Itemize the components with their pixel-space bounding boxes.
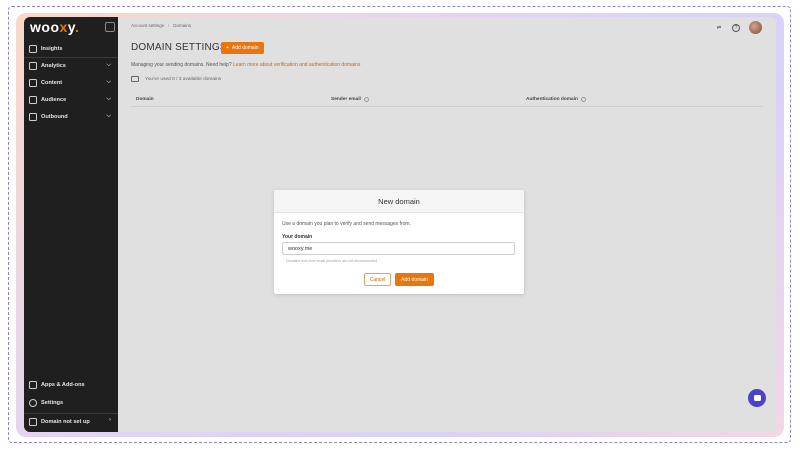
sidebar-item-label: Apps & Add-ons bbox=[41, 382, 85, 388]
chevron-down-icon: ⌵ bbox=[106, 79, 111, 85]
page-title: DOMAIN SETTINGS bbox=[131, 42, 227, 53]
gear-icon bbox=[29, 399, 37, 407]
sidebar-item-label: Content bbox=[41, 80, 63, 86]
column-sender-email: Sender email bbox=[331, 97, 369, 102]
chat-bubble-icon bbox=[753, 395, 761, 401]
chart-square-icon bbox=[29, 45, 37, 53]
app-window: wooxy. Insights Analytics ⌵ Content ⌵ Au… bbox=[24, 17, 776, 432]
chevron-down-icon: ⌵ bbox=[106, 113, 111, 119]
collapse-sidebar-icon[interactable] bbox=[105, 22, 115, 32]
sidebar-item-content[interactable]: Content ⌵ bbox=[24, 76, 118, 90]
sidebar-item-label: Settings bbox=[41, 400, 64, 406]
column-label: Sender email bbox=[331, 97, 361, 102]
info-icon[interactable] bbox=[580, 97, 586, 102]
breadcrumb-domains: Domains bbox=[173, 23, 192, 28]
top-toolbar: ⇄ ? bbox=[715, 21, 762, 34]
sidebar-item-outbound[interactable]: Outbound ⌵ bbox=[24, 110, 118, 124]
logo-accent: x bbox=[59, 19, 68, 35]
plus-icon: + bbox=[226, 45, 229, 51]
rocket-icon bbox=[29, 113, 37, 121]
logo-dot: . bbox=[75, 19, 80, 35]
chevron-down-icon: ⌵ bbox=[106, 96, 111, 102]
sidebar-item-label: Insights bbox=[41, 46, 63, 52]
sidebar-item-analytics[interactable]: Analytics ⌵ bbox=[24, 59, 118, 73]
domain-icon bbox=[29, 418, 37, 426]
breadcrumb: Account settings / Domains bbox=[131, 23, 191, 28]
column-label: Authentication domain bbox=[526, 97, 578, 102]
avatar[interactable] bbox=[749, 21, 762, 34]
sidebar-item-label: Analytics bbox=[41, 63, 66, 69]
cancel-button[interactable]: Cancel bbox=[364, 273, 391, 286]
sidebar: wooxy. Insights Analytics ⌵ Content ⌵ Au… bbox=[24, 17, 118, 432]
domain-input[interactable] bbox=[282, 242, 515, 255]
column-label: Domain bbox=[136, 97, 154, 102]
dialog-description: Use a domain you plan to verify and send… bbox=[282, 221, 411, 227]
intro-text: Managing your sending domains. Need help… bbox=[131, 62, 360, 68]
add-domain-label: Add domain bbox=[231, 45, 259, 51]
card-icon bbox=[131, 76, 139, 82]
domains-table-header: Domain Sender email Authentication domai… bbox=[131, 94, 763, 107]
chevron-down-icon: ⌵ bbox=[106, 62, 111, 68]
add-domain-button[interactable]: + Add domain bbox=[221, 42, 264, 54]
apps-grid-icon bbox=[29, 381, 37, 389]
sidebar-item-audience[interactable]: Audience ⌵ bbox=[24, 93, 118, 107]
domain-usage: You've used 0 / 3 available domains bbox=[131, 76, 221, 82]
help-icon[interactable]: ? bbox=[732, 23, 740, 32]
sidebar-item-label: Outbound bbox=[41, 114, 68, 120]
audience-icon bbox=[29, 96, 37, 104]
sidebar-item-label: Audience bbox=[41, 97, 67, 103]
chevron-right-icon: › bbox=[109, 417, 111, 423]
content-icon bbox=[29, 79, 37, 87]
chat-button[interactable] bbox=[748, 389, 766, 407]
logo-text-end: y bbox=[67, 19, 76, 35]
analytics-icon bbox=[29, 62, 37, 70]
column-domain: Domain bbox=[136, 97, 154, 102]
sidebar-item-label: Domain not set up bbox=[41, 419, 90, 425]
learn-more-link[interactable]: Learn more about verification and authen… bbox=[233, 62, 360, 68]
domain-field-label: Your domain bbox=[282, 234, 313, 240]
logo[interactable]: wooxy. bbox=[30, 19, 79, 35]
usage-text: You've used 0 / 3 available domains bbox=[145, 76, 222, 82]
new-domain-dialog: New domain Use a domain you plan to veri… bbox=[274, 190, 524, 294]
intro-sentence: Managing your sending domains. Need help… bbox=[131, 62, 232, 68]
domain-hint: Domains from free email providers are no… bbox=[286, 259, 378, 263]
info-icon[interactable] bbox=[363, 97, 369, 102]
translate-icon[interactable]: ⇄ bbox=[715, 24, 723, 32]
sidebar-item-settings[interactable]: Settings bbox=[24, 396, 118, 410]
logo-text: woo bbox=[30, 19, 60, 35]
sidebar-item-insights[interactable]: Insights bbox=[24, 42, 118, 56]
add-domain-submit-button[interactable]: Add domain bbox=[395, 273, 434, 286]
dialog-title: New domain bbox=[274, 190, 524, 213]
sidebar-item-domain-status[interactable]: Domain not set up › bbox=[24, 415, 118, 429]
sidebar-divider bbox=[24, 57, 118, 58]
sidebar-divider bbox=[24, 413, 118, 414]
column-authentication-domain: Authentication domain bbox=[526, 97, 586, 102]
breadcrumb-account-settings[interactable]: Account settings bbox=[131, 23, 164, 28]
breadcrumb-separator: / bbox=[168, 23, 170, 28]
sidebar-item-apps[interactable]: Apps & Add-ons bbox=[24, 378, 118, 392]
